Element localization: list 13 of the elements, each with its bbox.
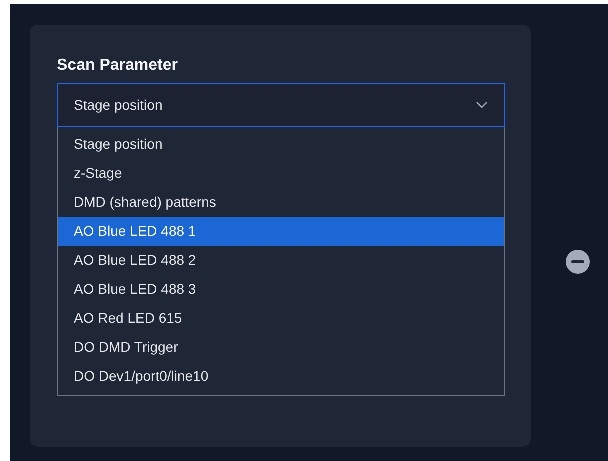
dropdown-option[interactable]: z-Stage <box>58 159 504 188</box>
dropdown-option[interactable]: DMD (shared) patterns <box>58 188 504 217</box>
dropdown-option[interactable]: AO Blue LED 488 2 <box>58 246 504 275</box>
dropdown-option[interactable]: AO Red LED 615 <box>58 304 504 333</box>
dropdown-option[interactable]: DO DMD Trigger <box>58 333 504 362</box>
panel-title: Scan Parameter <box>57 56 179 76</box>
dropdown-option[interactable]: AO Blue LED 488 3 <box>58 275 504 304</box>
dropdown-option[interactable]: AO Blue LED 488 1 <box>58 217 504 246</box>
chevron-down-icon <box>476 101 488 109</box>
select-field[interactable]: Stage position <box>57 83 505 127</box>
dropdown-option[interactable]: Stage position <box>58 130 504 159</box>
dropdown-option[interactable]: DO Dev1/port0/line10 <box>58 362 504 391</box>
remove-icon[interactable] <box>566 250 590 274</box>
